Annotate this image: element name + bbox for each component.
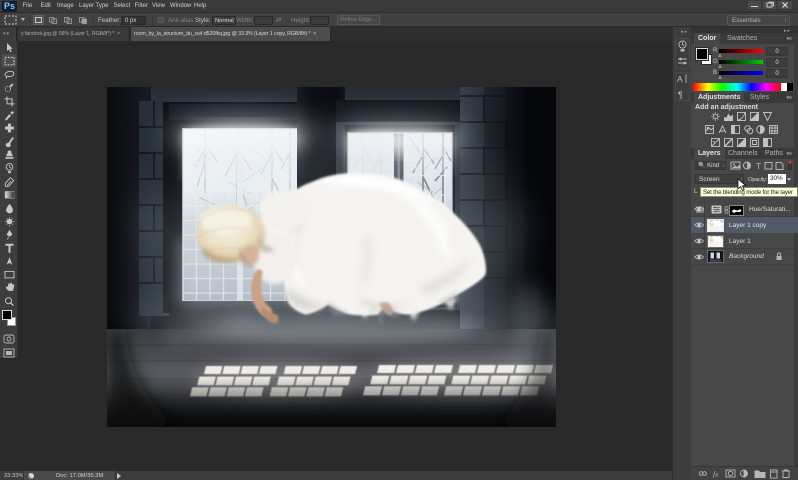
svg-text:A: A bbox=[677, 74, 683, 84]
svg-text:¶: ¶ bbox=[678, 90, 683, 100]
svg-text:T: T bbox=[756, 161, 761, 171]
svg-text:fx: fx bbox=[713, 470, 719, 479]
